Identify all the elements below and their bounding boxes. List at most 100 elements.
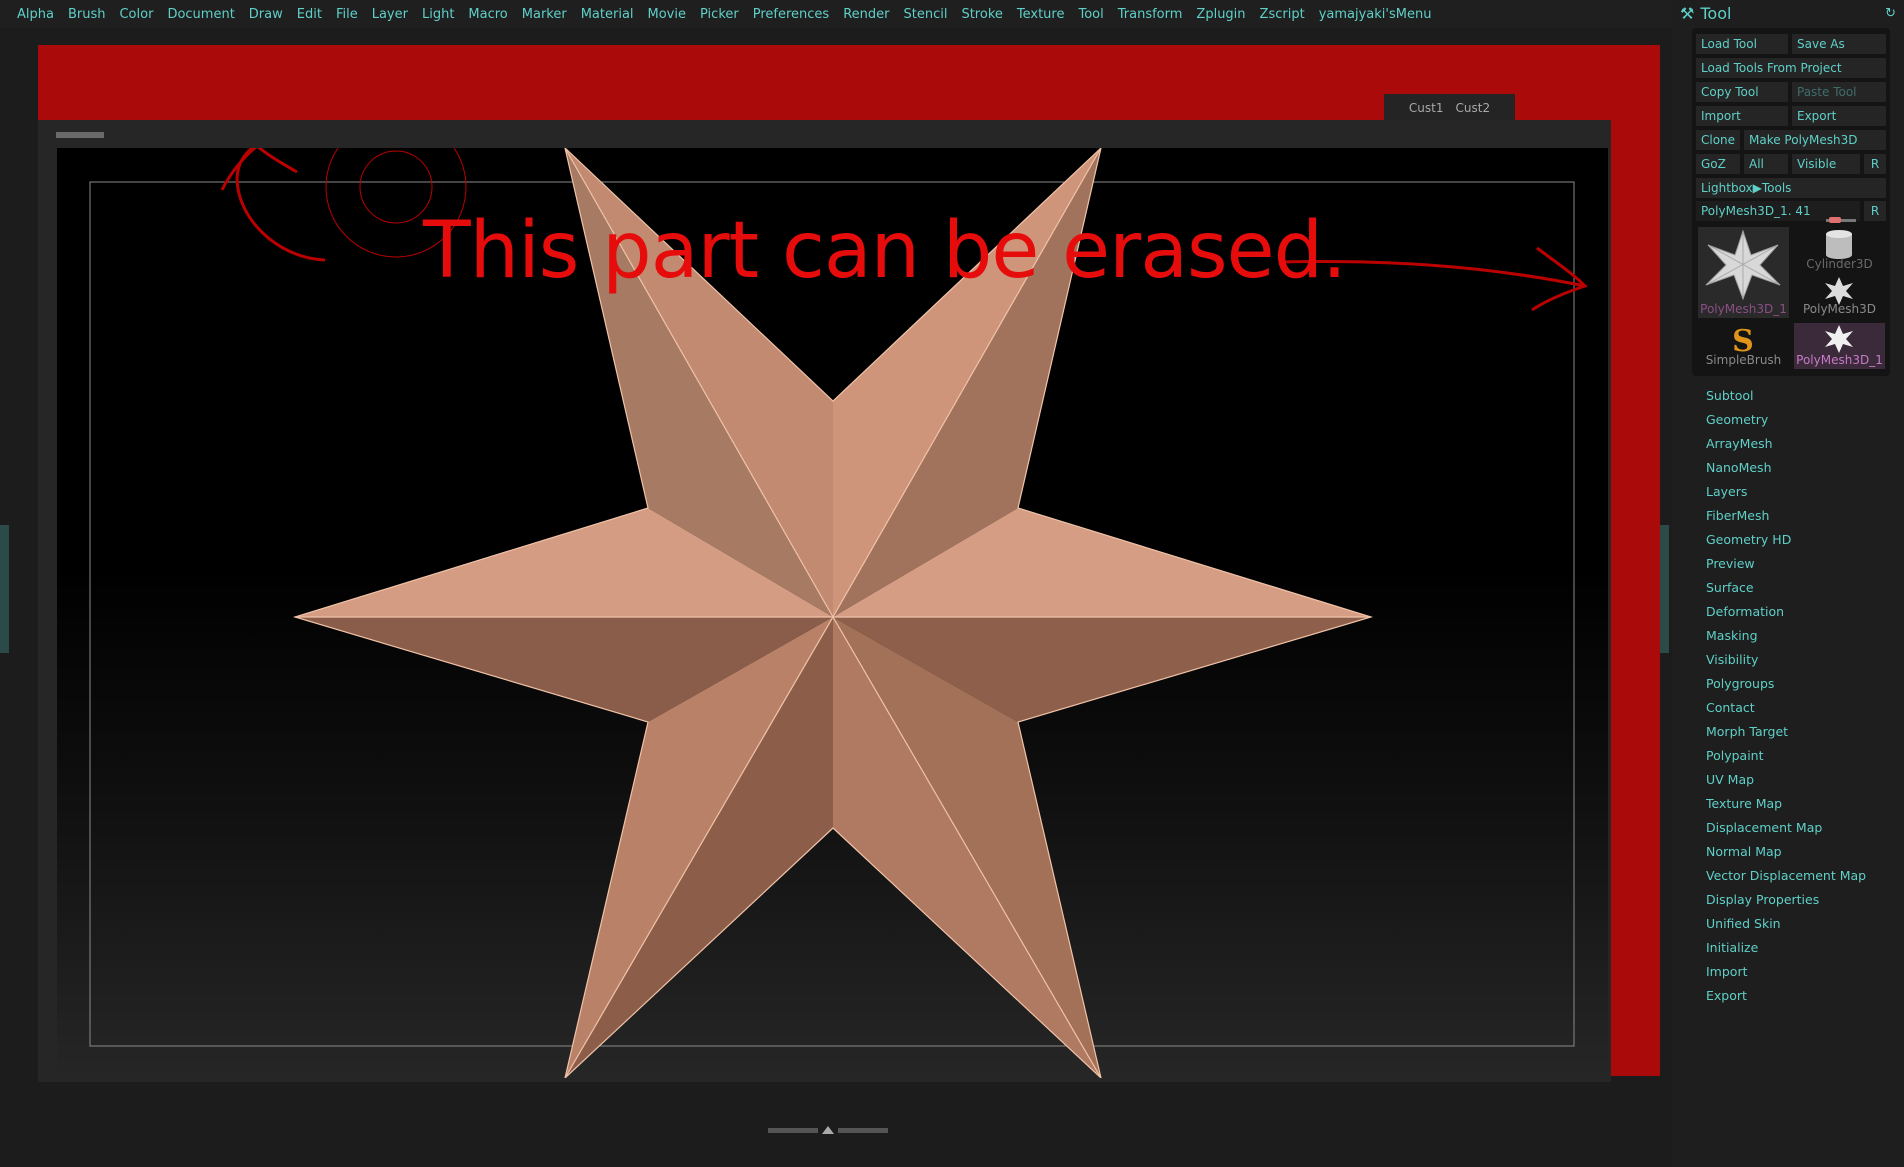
tool-thumb-simplebrush[interactable]: S SimpleBrush — [1698, 323, 1789, 369]
export-button[interactable]: Export — [1792, 106, 1886, 126]
tool-thumb-label: PolyMesh3D — [1802, 302, 1877, 316]
paste-tool-button[interactable]: Paste Tool — [1792, 82, 1886, 102]
menu-item-light[interactable]: Light — [422, 7, 454, 22]
section-contact[interactable]: Contact — [1706, 696, 1866, 720]
section-normal-map[interactable]: Normal Map — [1706, 840, 1866, 864]
section-layers[interactable]: Layers — [1706, 480, 1866, 504]
section-subtool[interactable]: Subtool — [1706, 384, 1866, 408]
lightbox-tools-button[interactable]: Lightbox▶Tools — [1696, 178, 1886, 198]
menu-item-alpha[interactable]: Alpha — [17, 7, 54, 22]
annotation-arrow-left — [235, 148, 326, 262]
bottom-tray-handle[interactable] — [768, 1126, 898, 1134]
menu-item-layer[interactable]: Layer — [372, 7, 408, 22]
menu-item-transform[interactable]: Transform — [1118, 7, 1183, 22]
section-visibility[interactable]: Visibility — [1706, 648, 1866, 672]
menu-item-material[interactable]: Material — [581, 7, 634, 22]
section-initialize[interactable]: Initialize — [1706, 936, 1866, 960]
load-tools-from-project-button[interactable]: Load Tools From Project — [1696, 58, 1886, 78]
tool-thumb-label: PolyMesh3D_1 — [1796, 353, 1883, 367]
tool-thumb-label: Cylinder3D — [1806, 257, 1873, 271]
hammer-icon: ⚒ — [1680, 3, 1695, 23]
goz-all-button[interactable]: All — [1744, 154, 1788, 174]
star-icon — [1705, 229, 1781, 301]
refresh-icon[interactable]: ↻ — [1885, 6, 1896, 21]
section-deformation[interactable]: Deformation — [1706, 600, 1866, 624]
menu-item-stroke[interactable]: Stroke — [961, 7, 1002, 22]
section-nanomesh[interactable]: NanoMesh — [1706, 456, 1866, 480]
section-unified-skin[interactable]: Unified Skin — [1706, 912, 1866, 936]
menu-item-yamajyaki-smenu[interactable]: yamajyaki'sMenu — [1319, 7, 1432, 22]
menu-item-color[interactable]: Color — [119, 7, 153, 22]
section-arraymesh[interactable]: ArrayMesh — [1706, 432, 1866, 456]
load-tool-button[interactable]: Load Tool — [1696, 34, 1788, 54]
menu-item-zplugin[interactable]: Zplugin — [1196, 7, 1245, 22]
menu-item-macro[interactable]: Macro — [468, 7, 507, 22]
section-geometry[interactable]: Geometry — [1706, 408, 1866, 432]
clone-button[interactable]: Clone — [1696, 130, 1740, 150]
tool-thumb-label: PolyMesh3D_1 — [1700, 302, 1787, 316]
svg-text:S: S — [1732, 324, 1754, 355]
tool-thumb-polymesh3d-1[interactable]: PolyMesh3D_1 — [1698, 227, 1789, 318]
tool-palette-title: Tool — [1700, 3, 1732, 23]
left-tray-handle[interactable] — [0, 525, 9, 653]
tool-sections-list: Subtool Geometry ArrayMesh NanoMesh Layers Fi… — [1706, 384, 1866, 1008]
tool-thumb-cylinder3d[interactable]: Cylinder3D — [1794, 227, 1885, 273]
menu-item-zscript[interactable]: Zscript — [1260, 7, 1305, 22]
menu-item-edit[interactable]: Edit — [297, 7, 322, 22]
goz-button[interactable]: GoZ — [1696, 154, 1740, 174]
goz-r-button[interactable]: R — [1864, 154, 1886, 174]
custom-tab-bar: Cust1 Cust2 — [1384, 94, 1515, 122]
tool-thumb-polymesh3d[interactable]: PolyMesh3D — [1794, 275, 1885, 318]
document-canvas[interactable]: This part can be erased. — [57, 148, 1608, 1078]
tab-cust2[interactable]: Cust2 — [1456, 101, 1491, 115]
menu-item-preferences[interactable]: Preferences — [753, 7, 829, 22]
section-vector-displacement-map[interactable]: Vector Displacement Map — [1706, 864, 1866, 888]
section-surface[interactable]: Surface — [1706, 576, 1866, 600]
tool-thumb-polymesh3d-1-selected[interactable]: PolyMesh3D_1 — [1794, 323, 1885, 369]
menu-item-file[interactable]: File — [336, 7, 358, 22]
menu-item-draw[interactable]: Draw — [249, 7, 283, 22]
section-fibermesh[interactable]: FiberMesh — [1706, 504, 1866, 528]
chevron-up-icon — [822, 1126, 834, 1134]
tool-palette-header: ⚒ Tool ↻ — [1672, 0, 1904, 26]
annotation-text: This part can be erased. — [423, 206, 1347, 296]
section-polygroups[interactable]: Polygroups — [1706, 672, 1866, 696]
current-tool-slider-knob[interactable] — [1829, 217, 1841, 223]
tool-thumb-label: SimpleBrush — [1705, 353, 1782, 367]
import-button[interactable]: Import — [1696, 106, 1788, 126]
cylinder-icon — [1826, 230, 1852, 259]
menu-item-document[interactable]: Document — [167, 7, 234, 22]
section-display-properties[interactable]: Display Properties — [1706, 888, 1866, 912]
menu-item-brush[interactable]: Brush — [68, 7, 106, 22]
copy-tool-button[interactable]: Copy Tool — [1696, 82, 1788, 102]
goz-visible-button[interactable]: Visible — [1792, 154, 1860, 174]
section-displacement-map[interactable]: Displacement Map — [1706, 816, 1866, 840]
menu-item-marker[interactable]: Marker — [522, 7, 567, 22]
document-drag-handle[interactable] — [56, 132, 104, 138]
menu-item-stencil[interactable]: Stencil — [903, 7, 947, 22]
main-menu-bar: Alpha Brush Color Document Draw Edit File Layer… — [0, 0, 1682, 28]
simplebrush-icon: S — [1732, 324, 1754, 359]
menu-item-tool[interactable]: Tool — [1078, 7, 1103, 22]
section-geometry-hd[interactable]: Geometry HD — [1706, 528, 1866, 552]
menu-item-picker[interactable]: Picker — [700, 7, 739, 22]
make-polymesh3d-button[interactable]: Make PolyMesh3D — [1744, 130, 1886, 150]
star-icon — [1825, 277, 1853, 305]
current-tool-r-button[interactable]: R — [1864, 201, 1886, 221]
menu-item-render[interactable]: Render — [843, 7, 889, 22]
annotation-red-band-right — [1610, 45, 1660, 1076]
section-import[interactable]: Import — [1706, 960, 1866, 984]
section-uv-map[interactable]: UV Map — [1706, 768, 1866, 792]
save-as-button[interactable]: Save As — [1792, 34, 1886, 54]
section-texture-map[interactable]: Texture Map — [1706, 792, 1866, 816]
menu-item-texture[interactable]: Texture — [1017, 7, 1065, 22]
section-polypaint[interactable]: Polypaint — [1706, 744, 1866, 768]
brush-cursor-inner — [359, 150, 433, 224]
tab-cust1[interactable]: Cust1 — [1409, 101, 1444, 115]
section-export[interactable]: Export — [1706, 984, 1866, 1008]
menu-item-movie[interactable]: Movie — [648, 7, 686, 22]
section-preview[interactable]: Preview — [1706, 552, 1866, 576]
section-morph-target[interactable]: Morph Target — [1706, 720, 1866, 744]
right-tray-handle[interactable] — [1660, 525, 1669, 653]
section-masking[interactable]: Masking — [1706, 624, 1866, 648]
